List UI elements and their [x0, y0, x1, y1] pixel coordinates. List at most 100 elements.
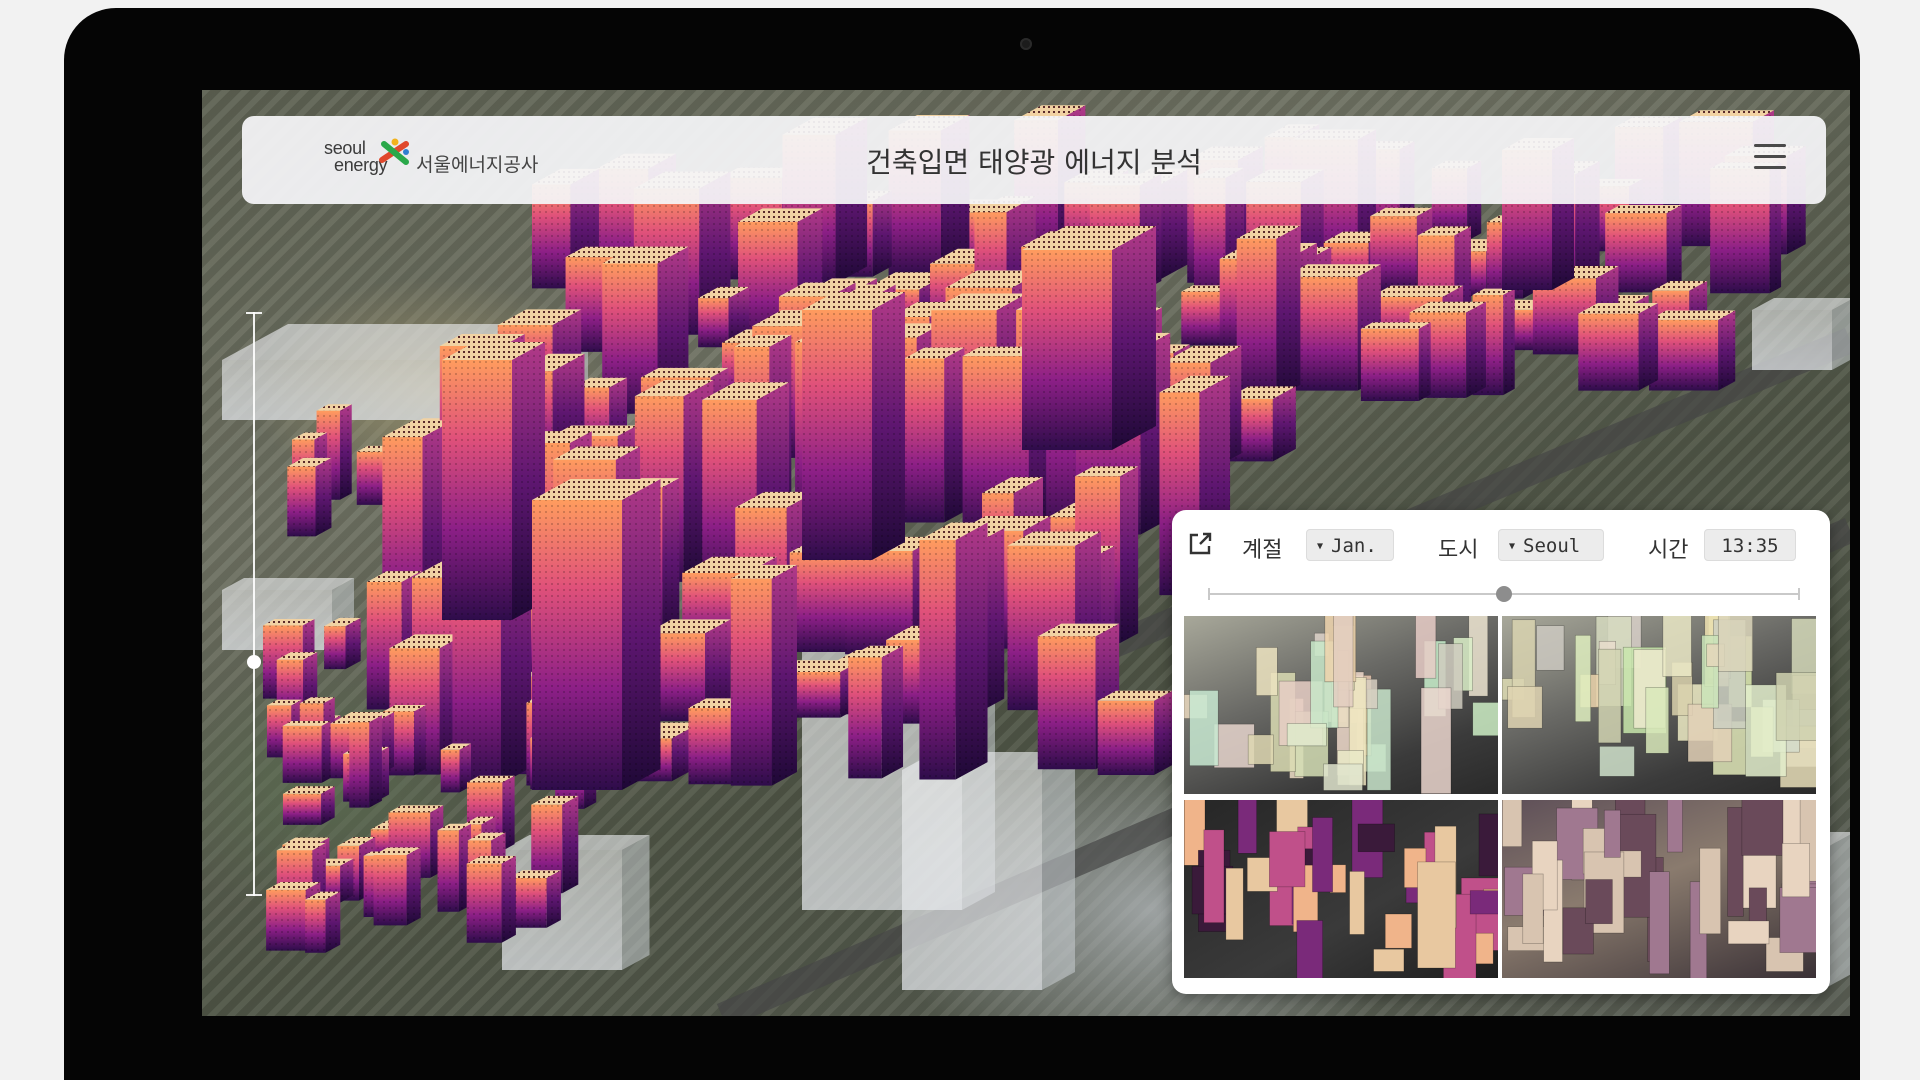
building-panel-texture [848, 657, 882, 779]
thumbnail-render [1184, 616, 1498, 794]
building-panel-texture [406, 847, 421, 926]
building-panel-texture [1181, 291, 1221, 346]
app-header: seoul energy 서울에너지공사 건축입면 태양광 에너지 분석 [242, 116, 1826, 204]
season-value: Jan. [1331, 535, 1377, 557]
monitor-bezel: seoul energy 서울에너지공사 건축입면 태양광 에너지 분석 계절 … [64, 8, 1860, 1080]
building-panel-texture [1360, 328, 1419, 402]
thumbnail-view-2[interactable] [1502, 616, 1816, 794]
screen: seoul energy 서울에너지공사 건축입면 태양광 에너지 분석 계절 … [202, 90, 1850, 1016]
building-panel-texture [1648, 319, 1719, 391]
thumbnail-building [1585, 879, 1613, 925]
thumbnail-view-1[interactable] [1184, 616, 1498, 794]
height-slider-track [253, 312, 255, 896]
menu-icon[interactable] [1754, 144, 1786, 172]
building-panel-texture [287, 466, 316, 537]
thumbnail-building [1502, 800, 1523, 847]
thumbnail-building [1667, 800, 1683, 853]
building-panel-texture [305, 899, 326, 953]
view-thumbnails [1184, 616, 1816, 982]
building-panel-texture [881, 645, 904, 779]
building-panel-texture [662, 478, 680, 643]
thumbnail-building [1507, 686, 1543, 729]
thumbnail-building [1312, 817, 1333, 893]
building-panel-texture [321, 721, 331, 783]
building-panel-texture [325, 891, 341, 953]
chevron-down-icon: ▼ [1317, 541, 1324, 552]
thumbnail-view-3[interactable] [1184, 800, 1498, 978]
building-panel-texture [1466, 301, 1486, 398]
height-slider-cap-top [246, 312, 262, 314]
thumbnail-building [1237, 800, 1257, 854]
thumbnail-building [1203, 829, 1225, 923]
thumbnail-render [1502, 616, 1816, 788]
thumbnail-building [1469, 890, 1498, 915]
thumbnail-building [1727, 807, 1744, 917]
time-field[interactable]: 13:35 [1704, 529, 1796, 561]
thumbnail-building [1349, 871, 1365, 935]
thumbnail-building [1478, 813, 1498, 877]
thumbnail-building [1574, 634, 1592, 722]
thumbnail-building [1522, 873, 1544, 944]
building-roof [222, 578, 354, 590]
building-panel-texture [466, 863, 502, 943]
height-slider[interactable] [246, 312, 262, 896]
building-panel-texture [730, 578, 772, 786]
city-select[interactable]: ▼ Seoul [1498, 529, 1604, 561]
building-panel-texture [919, 539, 956, 780]
building-panel-texture [1718, 310, 1736, 391]
thumbnail-building [1536, 625, 1565, 671]
building-face [1752, 310, 1832, 370]
building-panel-texture [1112, 226, 1156, 450]
building-panel-texture [1154, 690, 1173, 775]
building-panel-texture [1276, 225, 1301, 399]
thumbnail-building [1296, 920, 1323, 978]
city-label: 도시 [1438, 538, 1479, 563]
time-slider-start-tick [1208, 588, 1210, 600]
thumbnail-building [1417, 861, 1456, 969]
external-link-icon[interactable] [1186, 530, 1214, 558]
building-panel-texture [1578, 313, 1639, 391]
time-slider-handle[interactable] [1496, 586, 1512, 602]
time-slider[interactable] [1208, 586, 1800, 602]
building-panel-texture [266, 889, 306, 951]
building-side [1042, 752, 1075, 990]
building-side [1832, 300, 1850, 370]
menu-bar [1754, 144, 1786, 147]
building-panel-texture [622, 479, 661, 790]
thumbnail-building [1717, 616, 1754, 672]
building-panel-texture [373, 855, 407, 926]
thumbnail-view-4[interactable] [1502, 800, 1816, 978]
thumbnail-building [1599, 746, 1635, 777]
chevron-down-icon: ▼ [1509, 541, 1516, 552]
menu-bar [1754, 155, 1786, 158]
thumbnail-building [1727, 920, 1770, 945]
building-panel-texture [442, 360, 512, 620]
thumbnail-building [1472, 702, 1498, 737]
height-slider-handle[interactable] [247, 655, 261, 670]
thumbnail-building [1373, 948, 1405, 972]
thumbnail-building [1286, 723, 1327, 747]
thumbnail-building [1225, 867, 1244, 941]
thumbnail-building [1333, 616, 1354, 708]
building-panel-texture [339, 404, 352, 500]
thumbnail-building [1699, 847, 1722, 935]
thumbnail-building [1741, 800, 1784, 856]
building-panel-texture [1638, 302, 1659, 391]
thumbnail-building [1781, 843, 1810, 898]
building-panel-texture [532, 500, 622, 790]
panel-controls: 계절 ▼ Jan. 도시 ▼ Seoul 시간 13:35 [1186, 526, 1816, 566]
building-panel-texture [437, 830, 459, 912]
building-panel-texture [414, 705, 426, 776]
building-roof [1360, 322, 1431, 329]
thumbnail-building [1269, 831, 1306, 888]
thumbnail-building [1247, 734, 1274, 765]
season-select[interactable]: ▼ Jan. [1306, 529, 1394, 561]
building-panel-texture [698, 298, 729, 348]
menu-bar [1754, 166, 1786, 169]
building-panel-texture [1120, 466, 1139, 644]
page-title: 건축입면 태양광 에너지 분석 [866, 146, 1202, 179]
building-panel-texture [546, 870, 561, 928]
building-panel-texture [802, 310, 872, 560]
thumbnail-building [1415, 616, 1437, 679]
thumbnail-render [1502, 800, 1816, 978]
